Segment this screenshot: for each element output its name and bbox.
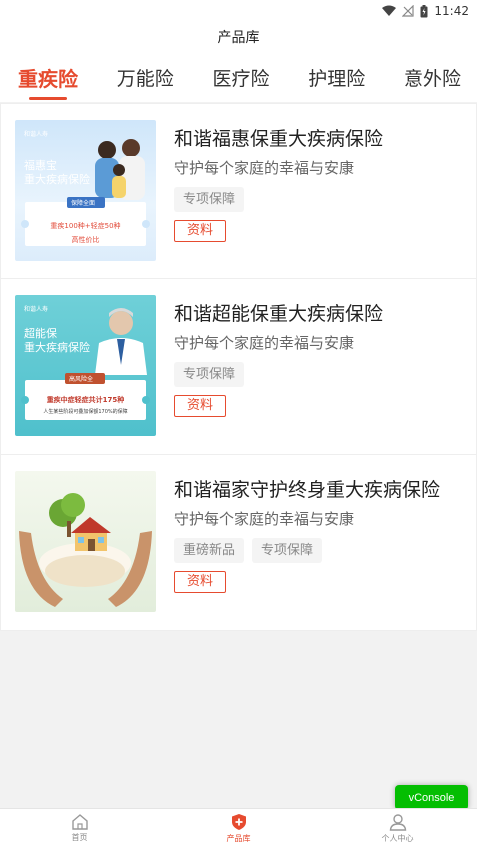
product-tags: 专项保障 <box>174 187 468 212</box>
nav-label: 个人中心 <box>381 833 414 843</box>
tab-label: 医疗险 <box>212 67 270 90</box>
product-tag: 专项保障 <box>174 187 245 212</box>
tab-accident[interactable]: 意外险 <box>404 52 461 102</box>
product-card[interactable]: 和谐人寿 超能保 重大疾病保险 高风险全 重疾中症轻症共计175种 人生某些阶段… <box>0 279 477 455</box>
product-subtitle: 守护每个家庭的幸福与安康 <box>174 159 355 177</box>
no-signal-icon <box>402 5 415 17</box>
product-info: 和谐福家守护终身重大疾病保险 守护每个家庭的幸福与安康 重磅新品 专项保障 资料 <box>174 475 468 593</box>
thumb-line1: 重疾100种+轻症50种 <box>50 222 121 230</box>
product-list: 和谐人寿 福惠宝 重大疾病保险 保障全面 重疾100种+轻症50种 高性价比 和… <box>0 103 477 631</box>
tab-label: 护理险 <box>308 67 366 90</box>
nav-home[interactable]: 首页 <box>0 809 159 848</box>
nav-products[interactable]: 产品库 <box>159 809 318 848</box>
thumb-logo: 和谐人寿 <box>24 306 49 313</box>
thumb-line1: 重疾中症轻症共计175种 <box>46 396 125 404</box>
shield-plus-icon <box>231 814 246 830</box>
product-title: 和谐超能保重大疾病保险 <box>174 303 384 325</box>
product-subtitle: 守护每个家庭的幸福与安康 <box>174 334 355 352</box>
nav-label: 产品库 <box>226 834 251 843</box>
thumb-name-line2: 重大疾病保险 <box>24 341 90 354</box>
bottom-nav: 首页 产品库 个人中心 <box>0 808 477 848</box>
thumb-line2: 高性价比 <box>71 236 100 244</box>
tab-label: 意外险 <box>403 67 461 90</box>
tab-medical[interactable]: 医疗险 <box>212 52 269 102</box>
tab-label: 重疾险 <box>18 66 78 91</box>
product-thumbnail <box>15 471 156 612</box>
product-tag: 专项保障 <box>174 362 245 387</box>
product-card[interactable]: 和谐人寿 福惠宝 重大疾病保险 保障全面 重疾100种+轻症50种 高性价比 和… <box>0 103 477 279</box>
user-icon <box>389 813 406 831</box>
product-info: 和谐福惠保重大疾病保险 守护每个家庭的幸福与安康 专项保障 资料 <box>174 124 468 242</box>
battery-icon <box>420 4 428 17</box>
product-info: 和谐超能保重大疾病保险 守护每个家庭的幸福与安康 专项保障 资料 <box>174 299 468 417</box>
nav-profile[interactable]: 个人中心 <box>318 809 477 848</box>
tab-label: 万能险 <box>116 67 174 90</box>
tab-nursing[interactable]: 护理险 <box>308 52 365 102</box>
product-tag: 专项保障 <box>252 538 323 563</box>
thumb-logo: 和谐人寿 <box>24 131 49 138</box>
tab-universal-life[interactable]: 万能险 <box>117 52 174 102</box>
product-card[interactable]: 和谐福家守护终身重大疾病保险 守护每个家庭的幸福与安康 重磅新品 专项保障 资料 <box>0 455 477 631</box>
thumb-ribbon: 保障全面 <box>71 200 96 207</box>
product-subtitle: 守护每个家庭的幸福与安康 <box>174 510 355 528</box>
thumb-name-line2: 重大疾病保险 <box>24 173 90 186</box>
product-title: 和谐福家守护终身重大疾病保险 <box>174 479 441 501</box>
product-thumbnail: 和谐人寿 福惠宝 重大疾病保险 保障全面 重疾100种+轻症50种 高性价比 <box>15 120 156 261</box>
category-tabs: 重疾险 万能险 医疗险 护理险 意外险 <box>0 52 477 102</box>
product-thumbnail: 和谐人寿 超能保 重大疾病保险 高风险全 重疾中症轻症共计175种 人生某些阶段… <box>15 295 156 436</box>
tab-critical-illness[interactable]: 重疾险 <box>18 52 78 102</box>
product-title: 和谐福惠保重大疾病保险 <box>174 128 384 150</box>
info-button[interactable]: 资料 <box>174 220 227 242</box>
thumb-ribbon: 高风险全 <box>69 376 94 383</box>
product-tags: 专项保障 <box>174 362 468 387</box>
vconsole-button[interactable]: vConsole <box>395 785 468 810</box>
status-time: 11:42 <box>434 4 469 18</box>
home-icon <box>71 814 88 830</box>
info-button[interactable]: 资料 <box>174 571 227 593</box>
info-button[interactable]: 资料 <box>174 395 227 417</box>
product-tag: 重磅新品 <box>174 538 245 563</box>
title-bar: 产品库 <box>0 22 477 52</box>
page-title: 产品库 <box>217 30 260 46</box>
product-tags: 重磅新品 专项保障 <box>174 538 468 563</box>
status-bar: 11:42 <box>0 0 477 22</box>
nav-label: 首页 <box>71 833 88 842</box>
wifi-icon <box>382 5 397 16</box>
thumb-line2: 人生某些阶段可叠加保额170%的保障 <box>43 409 128 415</box>
